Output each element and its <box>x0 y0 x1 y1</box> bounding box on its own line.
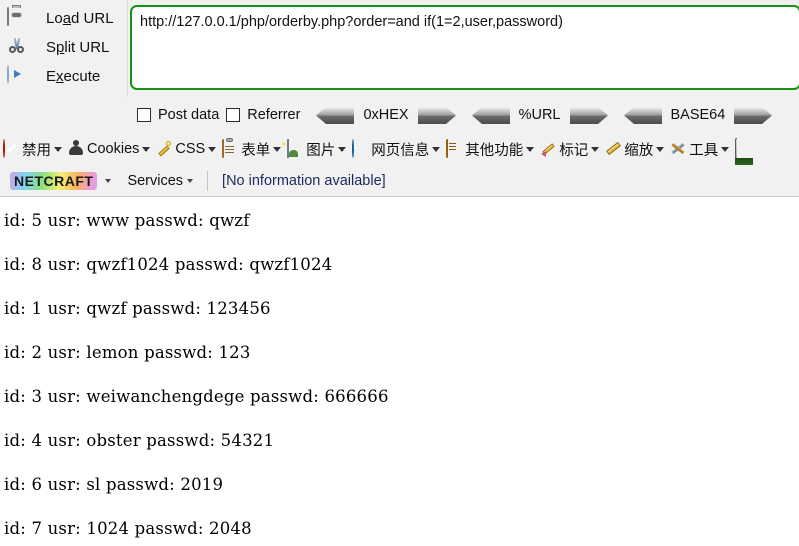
css-pen-icon <box>156 140 174 158</box>
result-row: id: 2 usr: lemon passwd: 123 <box>4 343 251 362</box>
wd-item-forms[interactable]: 表单 <box>219 136 284 162</box>
wd-item-outline[interactable]: 标记 <box>537 136 602 162</box>
base64-encoder-group: BASE64 <box>623 106 773 124</box>
split-url-label: Split URL <box>46 39 110 56</box>
netcraft-menu-chevron-down-icon[interactable] <box>105 178 112 183</box>
post-data-label: Post data <box>158 107 220 123</box>
chevron-down-icon <box>591 146 600 152</box>
chevron-down-icon <box>721 146 730 152</box>
wd-item-css[interactable]: CSS <box>153 136 219 162</box>
url-encoder-group: %URL <box>471 106 608 124</box>
chevron-down-icon <box>273 146 282 152</box>
chevron-down-icon <box>142 146 151 152</box>
hex-decode-chevron-icon[interactable] <box>316 106 355 124</box>
url-encode-label: %URL <box>518 107 561 123</box>
hex-encode-chevron-icon[interactable] <box>417 106 456 124</box>
info-icon <box>352 139 370 158</box>
wd-label-tools: 工具 <box>689 142 719 159</box>
page-content: id: 5 usr: www passwd: qwzf id: 8 usr: q… <box>0 197 799 546</box>
hackbar-options-row: Post data Referrer 0xHEX %URL BASE64 <box>0 97 799 133</box>
chevron-down-icon <box>432 146 441 152</box>
url-encode-chevron-icon[interactable] <box>569 106 608 124</box>
post-data-checkbox[interactable]: Post data <box>137 107 219 123</box>
referrer-checkbox-box[interactable] <box>226 108 241 122</box>
web-developer-toolbar: 禁用 Cookies CSS 表单 图片 网页信息 <box>0 133 799 165</box>
referrer-label: Referrer <box>247 107 301 123</box>
result-row: id: 1 usr: qwzf passwd: 123456 <box>4 299 271 318</box>
misc-book-icon <box>446 139 464 158</box>
pencil-icon <box>540 140 558 158</box>
result-row: id: 3 usr: weiwanchengdege passwd: 66666… <box>4 387 389 406</box>
browser-toolbars: Load URL Split URL Execute http://127.0.… <box>0 0 799 197</box>
wd-label-page-info: 网页信息 <box>371 142 430 159</box>
netcraft-services-label: Services <box>127 172 184 189</box>
hex-encoder-group: 0xHEX <box>316 106 456 124</box>
wd-label-images: 图片 <box>306 142 336 159</box>
chevron-down-icon <box>54 146 62 152</box>
wd-label-resize: 缩放 <box>624 142 654 159</box>
wd-item-disable[interactable]: 禁用 <box>0 136 65 162</box>
load-url-icon <box>6 6 28 30</box>
netcraft-services-menu[interactable]: Services <box>127 172 194 189</box>
wd-item-resize[interactable]: 缩放 <box>602 136 667 162</box>
result-row: id: 4 usr: obster passwd: 54321 <box>4 431 275 450</box>
result-row: id: 7 usr: 1024 passwd: 2048 <box>4 519 252 538</box>
split-url-icon <box>6 37 28 59</box>
chevron-down-icon <box>208 146 217 152</box>
execute-button[interactable]: Execute <box>0 62 127 91</box>
execute-icon <box>6 64 28 88</box>
url-input[interactable]: http://127.0.0.1/php/orderby.php?order=a… <box>130 5 799 90</box>
wd-item-misc[interactable]: 其他功能 <box>443 136 537 162</box>
wd-item-view-source[interactable] <box>732 136 757 165</box>
result-row: id: 8 usr: qwzf1024 passwd: qwzf1024 <box>4 255 333 274</box>
url-input-value: http://127.0.0.1/php/orderby.php?order=a… <box>140 14 563 30</box>
load-url-button[interactable]: Load URL <box>0 4 127 33</box>
wd-item-images[interactable]: 图片 <box>284 136 349 162</box>
result-row: id: 5 usr: www passwd: qwzf <box>4 211 250 230</box>
netcraft-logo[interactable]: NETCRAFT <box>10 171 98 190</box>
form-clipboard-icon <box>222 139 240 158</box>
execute-label: Execute <box>46 68 101 85</box>
url-decode-chevron-icon[interactable] <box>471 106 510 124</box>
netcraft-toolbar: NETCRAFT Services [No information availa… <box>0 165 799 196</box>
split-url-button[interactable]: Split URL <box>0 33 127 62</box>
wd-label-outline: 标记 <box>559 142 589 159</box>
chevron-down-icon <box>656 146 665 152</box>
hex-label: 0xHEX <box>363 107 409 123</box>
wd-label-misc: 其他功能 <box>465 142 524 159</box>
chevron-down-icon <box>526 146 535 152</box>
disable-icon <box>3 139 21 158</box>
wd-item-tools[interactable]: 工具 <box>667 136 732 162</box>
base64-encode-chevron-icon[interactable] <box>734 106 773 124</box>
netcraft-status-text: [No information available] <box>222 172 386 189</box>
wd-label-css: CSS <box>175 141 206 157</box>
result-row: id: 6 usr: sl passwd: 2019 <box>4 475 224 494</box>
image-icon <box>287 139 305 158</box>
chevron-down-icon <box>338 146 347 152</box>
hackbar-action-list: Load URL Split URL Execute <box>0 0 128 97</box>
cookie-icon <box>68 140 86 158</box>
base64-label: BASE64 <box>670 107 726 123</box>
base64-decode-chevron-icon[interactable] <box>623 106 662 124</box>
wd-label-forms: 表单 <box>241 142 271 159</box>
hackbar-main-row: Load URL Split URL Execute http://127.0.… <box>0 0 799 97</box>
toolbar-separator <box>207 170 209 191</box>
view-source-screen-icon <box>735 138 754 165</box>
wd-label-cookies: Cookies <box>87 141 140 157</box>
ruler-icon <box>605 140 623 158</box>
wd-item-page-info[interactable]: 网页信息 <box>349 136 443 162</box>
tools-icon <box>670 140 688 158</box>
wd-item-cookies[interactable]: Cookies <box>65 136 153 162</box>
chevron-down-icon <box>187 178 194 183</box>
post-data-checkbox-box[interactable] <box>137 108 151 122</box>
load-url-label: Load URL <box>46 10 114 27</box>
referrer-checkbox[interactable]: Referrer <box>226 107 300 123</box>
wd-label-disable: 禁用 <box>22 142 51 159</box>
